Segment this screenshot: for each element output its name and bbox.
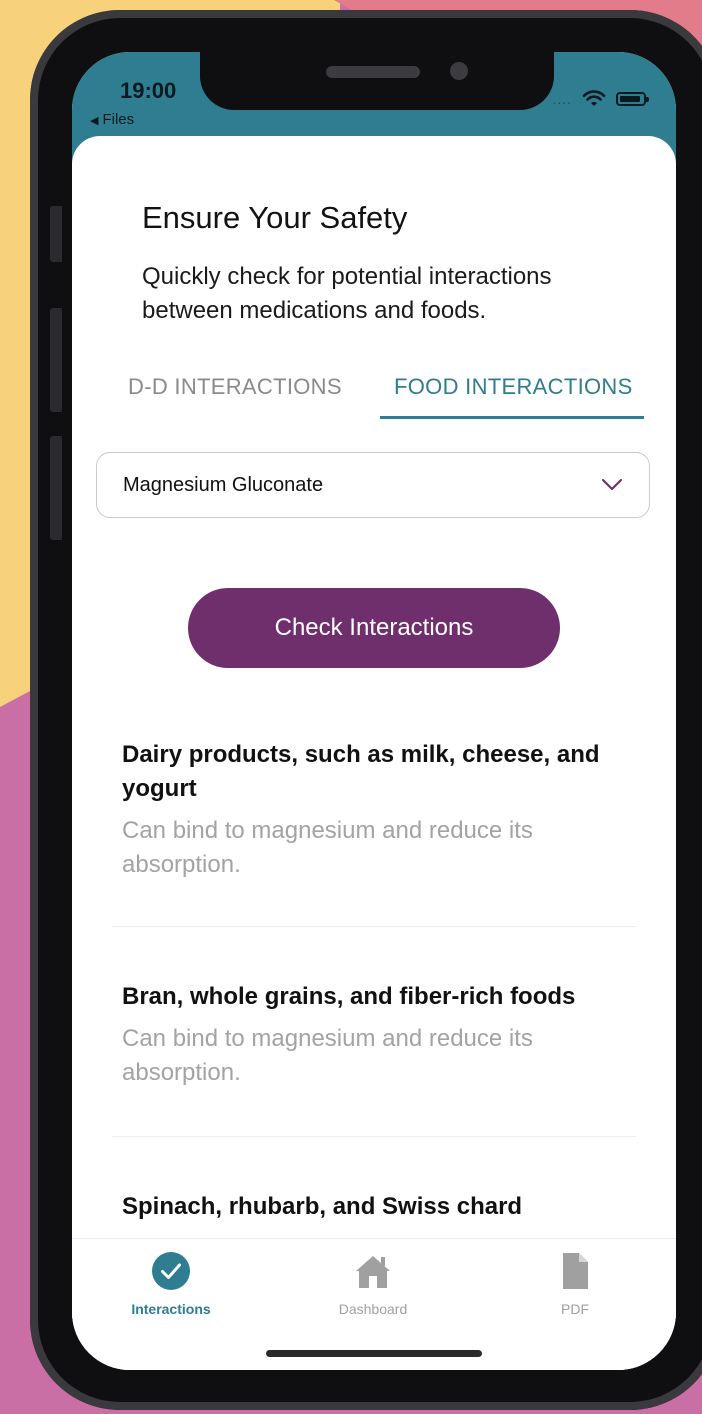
check-interactions-button[interactable]: Check Interactions xyxy=(188,588,560,668)
page-title: Ensure Your Safety xyxy=(142,200,408,235)
status-time: 19:00 xyxy=(120,78,177,103)
page-subtitle: Quickly check for potential interactions… xyxy=(142,263,552,324)
medication-select[interactable]: Magnesium Gluconate xyxy=(96,452,650,518)
interaction-description: Can bind to magnesium and reduce its abs… xyxy=(122,817,533,878)
food-name: Dairy products, such as milk, cheese, an… xyxy=(122,741,600,802)
tab-bar-pdf[interactable]: PDF xyxy=(500,1251,650,1317)
home-icon xyxy=(356,1256,390,1288)
list-item: Bran, whole grains, and fiber-rich foods… xyxy=(122,980,632,1090)
chevron-down-icon xyxy=(601,478,623,491)
back-to-files-link[interactable]: ◀ Files xyxy=(90,111,134,128)
phone-notch xyxy=(200,52,554,110)
status-icons: .... xyxy=(552,90,649,108)
tab-bar-dashboard[interactable]: Dashboard xyxy=(298,1251,448,1317)
tab-food-interactions[interactable]: FOOD INTERACTIONS xyxy=(394,374,633,400)
volume-down-button xyxy=(50,436,62,540)
signal-dots: .... xyxy=(552,91,572,107)
front-camera xyxy=(450,62,468,80)
main-content: Ensure Your Safety Quickly check for pot… xyxy=(72,136,676,1370)
interaction-description: Can bind to magnesium and reduce its abs… xyxy=(122,1025,533,1086)
phone-screen: 19:00 ◀ Files .... Ensure Your Safety Qui… xyxy=(72,52,676,1370)
active-tab-indicator xyxy=(380,416,644,419)
document-icon xyxy=(563,1253,588,1289)
battery-icon xyxy=(616,92,649,106)
mute-switch xyxy=(50,206,62,262)
tab-bar-label: Dashboard xyxy=(338,1301,408,1317)
food-name: Spinach, rhubarb, and Swiss chard xyxy=(122,1193,523,1220)
tab-bar-interactions[interactable]: Interactions xyxy=(96,1251,246,1317)
back-triangle-icon: ◀ xyxy=(90,115,99,127)
tab-bar-label: PDF xyxy=(561,1301,589,1317)
divider xyxy=(112,926,636,927)
list-item: Spinach, rhubarb, and Swiss chard xyxy=(122,1190,632,1224)
volume-up-button xyxy=(50,308,62,412)
medication-select-value: Magnesium Gluconate xyxy=(123,473,324,496)
back-label: Files xyxy=(102,111,135,128)
tab-dd-interactions[interactable]: D-D INTERACTIONS xyxy=(128,374,342,400)
tab-bar-label: Interactions xyxy=(131,1301,211,1317)
speaker-grille xyxy=(326,66,420,78)
food-name: Bran, whole grains, and fiber-rich foods xyxy=(122,983,576,1010)
divider xyxy=(112,1136,636,1137)
home-indicator[interactable] xyxy=(266,1350,482,1357)
list-item: Dairy products, such as milk, cheese, an… xyxy=(122,738,632,882)
wifi-icon xyxy=(582,90,606,106)
check-circle-icon xyxy=(152,1252,190,1290)
